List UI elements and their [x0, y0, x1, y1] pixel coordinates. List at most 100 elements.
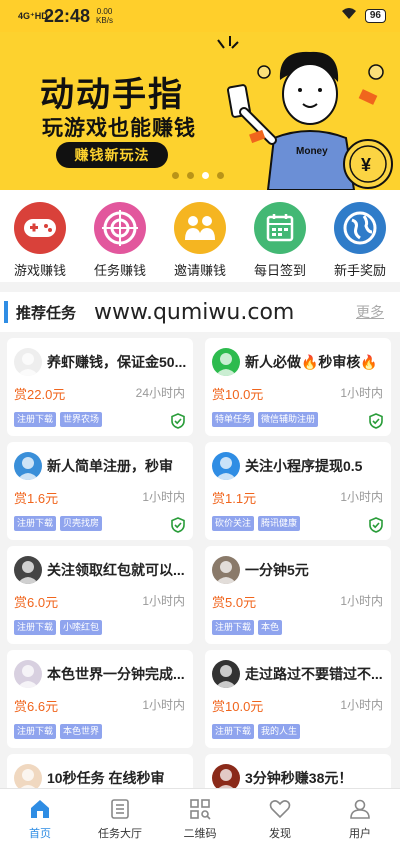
nav-label: 二维码: [183, 828, 217, 840]
anime-avatar: [14, 660, 42, 688]
task-card[interactable]: 关注领取红包就可以... 赏6.0元 1小时内注册下载 小嗦红包: [7, 546, 193, 644]
photo-avatar: [212, 556, 240, 584]
task-reward: 赏10.0元: [212, 699, 264, 714]
dark-avatar: [14, 556, 42, 584]
category-label: 新手奖励: [333, 263, 386, 278]
task-card[interactable]: 一分钟5元赏5.0元 1小时内注册下载 本色: [205, 546, 391, 644]
task-tag: 我的人生: [258, 724, 301, 739]
task-tags: 特单任务 微信辅助注册: [212, 412, 319, 427]
banner-cta-button[interactable]: 赚钱新玩法: [56, 142, 168, 168]
category-item[interactable]: 任务赚钱: [80, 190, 160, 282]
task-tag: 本色世界: [60, 724, 103, 739]
person-avatar: [212, 660, 240, 688]
task-tags: 砍价关注 腾讯健康: [212, 516, 301, 531]
task-tag: 注册下载: [14, 516, 57, 531]
task-card[interactable]: 新人简单注册，秒审赏1.6元 1小时内注册下载 贝壳找房: [7, 442, 193, 540]
task-tag: 注册下载: [14, 620, 57, 635]
calendar-icon: [254, 202, 306, 254]
calligraphy-avatar: [212, 764, 240, 788]
nav-item[interactable]: 首页: [0, 789, 80, 844]
task-time-limit: 1小时内: [340, 386, 383, 400]
category-label: 游戏赚钱: [13, 263, 66, 278]
verified-shield-icon: [369, 517, 383, 533]
category-item[interactable]: 游戏赚钱: [0, 190, 80, 282]
section-accent-bar: [4, 301, 8, 323]
banner-subtitle: 玩游戏也能赚钱: [42, 117, 196, 140]
task-grid: 养虾赚钱，保证金50... 赏22.0元 24小时内 注册下载 世界农场 新人必做🔥秒审核…: [0, 332, 400, 788]
more-link[interactable]: 更多: [356, 302, 384, 322]
task-card[interactable]: 关注小程序提现0.5 赏1.1元 1小时内 砍价关注 腾讯健康: [205, 442, 391, 540]
task-title: 本色世界一分钟完成...: [47, 666, 185, 682]
task-tags: 注册下载 本色: [212, 620, 283, 635]
verified-shield-icon: [369, 413, 383, 429]
task-tag: 注册下载: [14, 412, 57, 427]
task-title: 养虾赚钱，保证金50...: [47, 354, 187, 370]
nav-label: 用户: [349, 828, 371, 840]
nav-label: 发现: [269, 828, 291, 840]
task-reward: 赏5.0元: [212, 595, 257, 610]
promo-banner[interactable]: 动动手指 玩游戏也能赚钱 赚钱新玩法 Money ¥: [0, 32, 400, 190]
task-card[interactable]: 3分钟秒赚38元！: [205, 754, 391, 788]
wifi-icon: [341, 7, 357, 25]
task-title: 3分钟秒赚38元！: [245, 770, 353, 786]
nav-item[interactable]: 任务大厅: [80, 789, 160, 844]
nav-label: 首页: [29, 828, 51, 840]
task-time-limit: 1小时内: [340, 594, 383, 608]
task-tag: 特单任务: [212, 412, 255, 427]
task-title: 一分钟5元: [245, 562, 309, 578]
task-list-icon: [111, 799, 129, 819]
task-tag: 微信辅助注册: [258, 412, 319, 427]
category-item[interactable]: 邀请赚钱: [160, 190, 240, 282]
task-time-limit: 24小时内: [135, 386, 185, 400]
invite-people-icon: [174, 202, 226, 254]
site-watermark: www.qumiwu.com: [94, 299, 295, 325]
task-reward: 赏1.6元: [14, 491, 59, 506]
task-title: 关注领取红包就可以...: [47, 562, 185, 578]
task-card[interactable]: 养虾赚钱，保证金50... 赏22.0元 24小时内 注册下载 世界农场: [7, 338, 193, 436]
task-tag: 小嗦红包: [60, 620, 103, 635]
task-time-limit: 1小时内: [142, 490, 185, 504]
wechat-icon: [212, 348, 240, 376]
carousel-dot[interactable]: [202, 172, 209, 179]
network-speed: 0.00 KB/s: [96, 7, 113, 25]
task-tag: 注册下载: [212, 724, 255, 739]
nav-item[interactable]: 用户: [320, 789, 400, 844]
task-reward: 赏6.6元: [14, 699, 59, 714]
globe-icon: [334, 202, 386, 254]
task-reward: 赏22.0元: [14, 387, 66, 402]
money-person-illustration: Money ¥: [217, 36, 393, 190]
task-card[interactable]: 走过路过不要错过不... 赏10.0元 1小时内 注册下载 我的人生: [205, 650, 391, 748]
section-title: 推荐任务: [16, 304, 77, 322]
task-card[interactable]: 本色世界一分钟完成... 赏6.6元 1小时内注册下载 本色世界: [7, 650, 193, 748]
task-card[interactable]: 10秒任务 在线秒审: [7, 754, 193, 788]
task-tag: 砍价关注: [212, 516, 255, 531]
nav-item[interactable]: 发现: [240, 789, 320, 844]
task-time-limit: 1小时内: [142, 698, 185, 712]
category-item[interactable]: 新手奖励: [320, 190, 400, 282]
task-reward: 赏6.0元: [14, 595, 59, 610]
task-tags: 注册下载 小嗦红包: [14, 620, 103, 635]
carousel-dot[interactable]: [172, 172, 179, 179]
tencent-health-icon: [212, 452, 240, 480]
task-reward: 赏10.0元: [212, 387, 264, 402]
task-tags: 注册下载 贝壳找房: [14, 516, 103, 531]
task-title: 新人必做🔥秒审核🔥: [245, 354, 378, 370]
recommended-tasks-header: 推荐任务 www.qumiwu.com 更多: [0, 292, 400, 332]
task-title: 10秒任务 在线秒审: [47, 770, 165, 786]
task-card[interactable]: 新人必做🔥秒审核🔥 赏10.0元 1小时内特单任务 微信辅助注册: [205, 338, 391, 436]
task-title: 新人简单注册，秒审: [47, 458, 173, 474]
carousel-dot[interactable]: [187, 172, 194, 179]
nav-item[interactable]: 二维码: [160, 789, 240, 844]
verified-shield-icon: [171, 413, 185, 429]
category-item[interactable]: 每日签到: [240, 190, 320, 282]
category-row: 游戏赚钱 任务赚钱 邀请赚钱 每日签到 新手奖励: [0, 190, 400, 282]
task-tag: 注册下载: [14, 724, 57, 739]
shirt-text: Money: [296, 146, 328, 157]
task-tag: 贝壳找房: [60, 516, 103, 531]
category-label: 每日签到: [253, 263, 306, 278]
gamepad-icon: [14, 202, 66, 254]
nav-label: 任务大厅: [98, 828, 142, 840]
bottom-navigation: 首页 任务大厅 二维码 发现 用户: [0, 788, 400, 844]
task-tag: 注册下载: [212, 620, 255, 635]
task-time-limit: 1小时内: [142, 594, 185, 608]
